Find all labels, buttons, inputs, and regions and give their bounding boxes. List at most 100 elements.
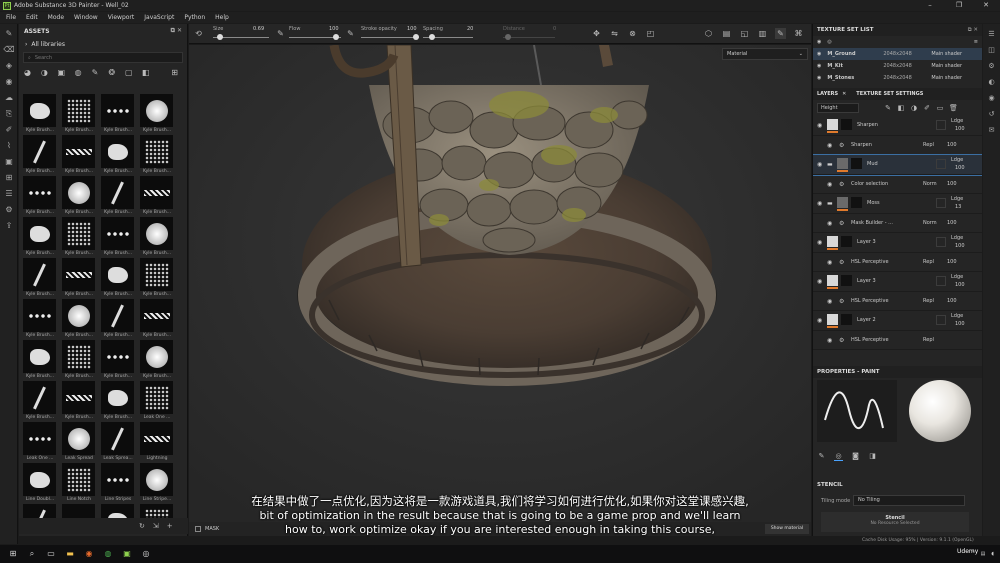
asset-tile[interactable]: Kyle Brush...	[140, 94, 176, 135]
texture-set-list-icon[interactable]: ☰	[986, 29, 997, 40]
layer-checkbox[interactable]	[936, 159, 946, 169]
asset-tile[interactable]: Kyle Brush...	[62, 299, 98, 340]
layer-effect-row[interactable]: ◉ ⚙ HSL Perceptive Repl 100	[813, 253, 982, 272]
blend-mode[interactable]: Norm	[923, 181, 937, 187]
refresh-icon[interactable]: ↻	[139, 522, 145, 530]
asset-tile[interactable]: Kyle Brush...	[140, 340, 176, 381]
blend-mode[interactable]: Repl	[923, 337, 934, 343]
camera-settings-icon[interactable]: ◰	[645, 28, 656, 39]
transform-icon[interactable]: ⊗	[627, 28, 638, 39]
asset-tile[interactable]: Kyle Brush...	[23, 94, 59, 135]
asset-tile[interactable]: Kyle Brush...	[101, 258, 137, 299]
menu-icon[interactable]: ≡	[974, 39, 978, 45]
chrome-icon[interactable]: ◍	[102, 548, 114, 560]
spacing-value[interactable]: 20	[467, 26, 473, 32]
brush-tab-icon[interactable]: ✎	[817, 452, 826, 461]
tool-filter-icon[interactable]: ◧	[141, 68, 150, 77]
layer-row[interactable]: ◉ Layer 3 Ldge 100	[813, 272, 982, 292]
blend-mode[interactable]: Repl	[923, 298, 934, 304]
asset-tile[interactable]: Leak Spread	[62, 422, 98, 463]
import-icon[interactable]: ⇲	[153, 522, 159, 530]
file-explorer-icon[interactable]: ▬	[64, 548, 76, 560]
panel-detach-icon[interactable]: ⧉ ✕	[171, 27, 182, 35]
eye-icon[interactable]: ◉	[817, 39, 821, 45]
blend-mode[interactable]: Ldge	[951, 196, 963, 202]
texture-set-row[interactable]: ◉ M_Ground 2048x2048 Main shader	[813, 48, 982, 60]
menu-help[interactable]: Help	[215, 14, 229, 21]
brush-filter-icon[interactable]: ✎	[91, 68, 100, 77]
channel-dropdown[interactable]: Height	[817, 103, 859, 113]
paint-mode-icon[interactable]: ✎	[775, 28, 786, 39]
history-icon[interactable]: ↺	[986, 109, 997, 120]
substance-painter-taskbar-icon[interactable]: ▣	[121, 548, 133, 560]
asset-tile[interactable]: Kyle Brush...	[140, 176, 176, 217]
size-value[interactable]: 0.69	[253, 26, 264, 32]
viewport-mode-dropdown[interactable]: Material ⌄	[722, 48, 808, 60]
asset-tile[interactable]: Kyle Brush...	[62, 258, 98, 299]
smudge-icon[interactable]: ☁	[3, 92, 15, 104]
add-paint-layer-icon[interactable]: ✐	[923, 104, 931, 112]
menu-window[interactable]: Window	[74, 14, 98, 21]
task-view-icon[interactable]: ▭	[45, 548, 57, 560]
asset-tile[interactable]: Kyle Brush...	[140, 135, 176, 176]
asset-tile[interactable]: Kyle Brush...	[23, 135, 59, 176]
display-settings-icon[interactable]: ◐	[986, 77, 997, 88]
layer-row[interactable]: ◉ Layer 2 Ldge 100	[813, 311, 982, 331]
texture-set-row[interactable]: ◉ M_Kit 2048x2048 Main shader	[813, 60, 982, 72]
split-view-icon[interactable]: ▥	[757, 28, 768, 39]
tab-layers[interactable]: LAYERS	[817, 91, 838, 97]
asset-tile[interactable]: Lightning	[140, 422, 176, 463]
asset-tile[interactable]: Line Stripes	[101, 463, 137, 504]
spacing-slider-handle[interactable]	[429, 34, 435, 40]
eye-icon[interactable]: ◉	[827, 181, 832, 188]
log-icon[interactable]: ✉	[986, 125, 997, 136]
distance-slider-handle[interactable]	[505, 34, 511, 40]
geometry-fill-icon[interactable]: ◉	[3, 76, 15, 88]
add-effect-icon[interactable]: ✎	[884, 104, 892, 112]
projection-icon[interactable]: ◈	[3, 60, 15, 72]
menu-python[interactable]: Python	[184, 14, 205, 21]
pen-pressure-icon[interactable]: ✎	[275, 28, 286, 39]
stroke-opacity-slider[interactable]	[361, 37, 419, 38]
material-tab-icon[interactable]: ◨	[868, 452, 877, 461]
size-slider-handle[interactable]	[217, 34, 223, 40]
stencil-resource-button[interactable]: Stencil No Resource Selected	[821, 512, 969, 532]
blend-mode[interactable]: Ldge	[951, 157, 963, 163]
particle-filter-icon[interactable]: ▢	[124, 68, 133, 77]
obs-icon[interactable]: ◎	[140, 548, 152, 560]
asset-tile[interactable]: Kyle Brush...	[101, 176, 137, 217]
asset-tile[interactable]: Kyle Brush...	[140, 299, 176, 340]
asset-tile[interactable]: Kyle Brush...	[23, 299, 59, 340]
eye-icon[interactable]: ◉	[817, 200, 822, 207]
material-filter-icon[interactable]: ◕	[23, 68, 32, 77]
opacity-value[interactable]: 13	[955, 204, 961, 210]
layer-checkbox[interactable]	[936, 276, 946, 286]
opacity-value[interactable]: 100	[955, 243, 965, 249]
export-icon[interactable]: ⇪	[3, 220, 15, 232]
opacity-value[interactable]: 100	[955, 282, 965, 288]
properties-dock-icon[interactable]: ⚙	[986, 61, 997, 72]
asset-tile[interactable]: Kyle Brush...	[62, 135, 98, 176]
blend-mode[interactable]: Ldge	[951, 118, 963, 124]
texture-set-row[interactable]: ◉ M_Stones 2048x2048 Main shader	[813, 72, 982, 84]
shader-settings-icon[interactable]: ◉	[986, 93, 997, 104]
opacity-value[interactable]: 100	[955, 126, 965, 132]
asset-tile[interactable]: Kyle Brush...	[23, 340, 59, 381]
volume-icon[interactable]: ◖	[991, 551, 994, 557]
path-icon[interactable]: ⌇	[3, 140, 15, 152]
close-button[interactable]: ✕	[972, 0, 1000, 11]
eye-icon[interactable]: ◉	[817, 278, 822, 285]
layer-checkbox[interactable]	[936, 237, 946, 247]
view-cube-icon[interactable]: ⬡	[703, 28, 714, 39]
stencil-tab-icon[interactable]: ◙	[851, 452, 860, 461]
layers-dock-icon[interactable]: ◫	[986, 45, 997, 56]
windows-start-icon[interactable]: ⊞	[7, 548, 19, 560]
add-folder-icon[interactable]: ▭	[936, 104, 944, 112]
3d-viewport[interactable]: Material ⌄ MASK Show material	[189, 45, 811, 536]
eye-icon[interactable]: ◉	[817, 122, 822, 129]
opacity-value[interactable]: 100	[947, 220, 957, 226]
layer-effect-row[interactable]: ◉ ⚙ HSL Perceptive Repl 100	[813, 292, 982, 311]
uv-view-icon[interactable]: ▤	[721, 28, 732, 39]
opacity-value[interactable]: 100	[955, 165, 965, 171]
assets-icon[interactable]: ⊞	[3, 172, 15, 184]
